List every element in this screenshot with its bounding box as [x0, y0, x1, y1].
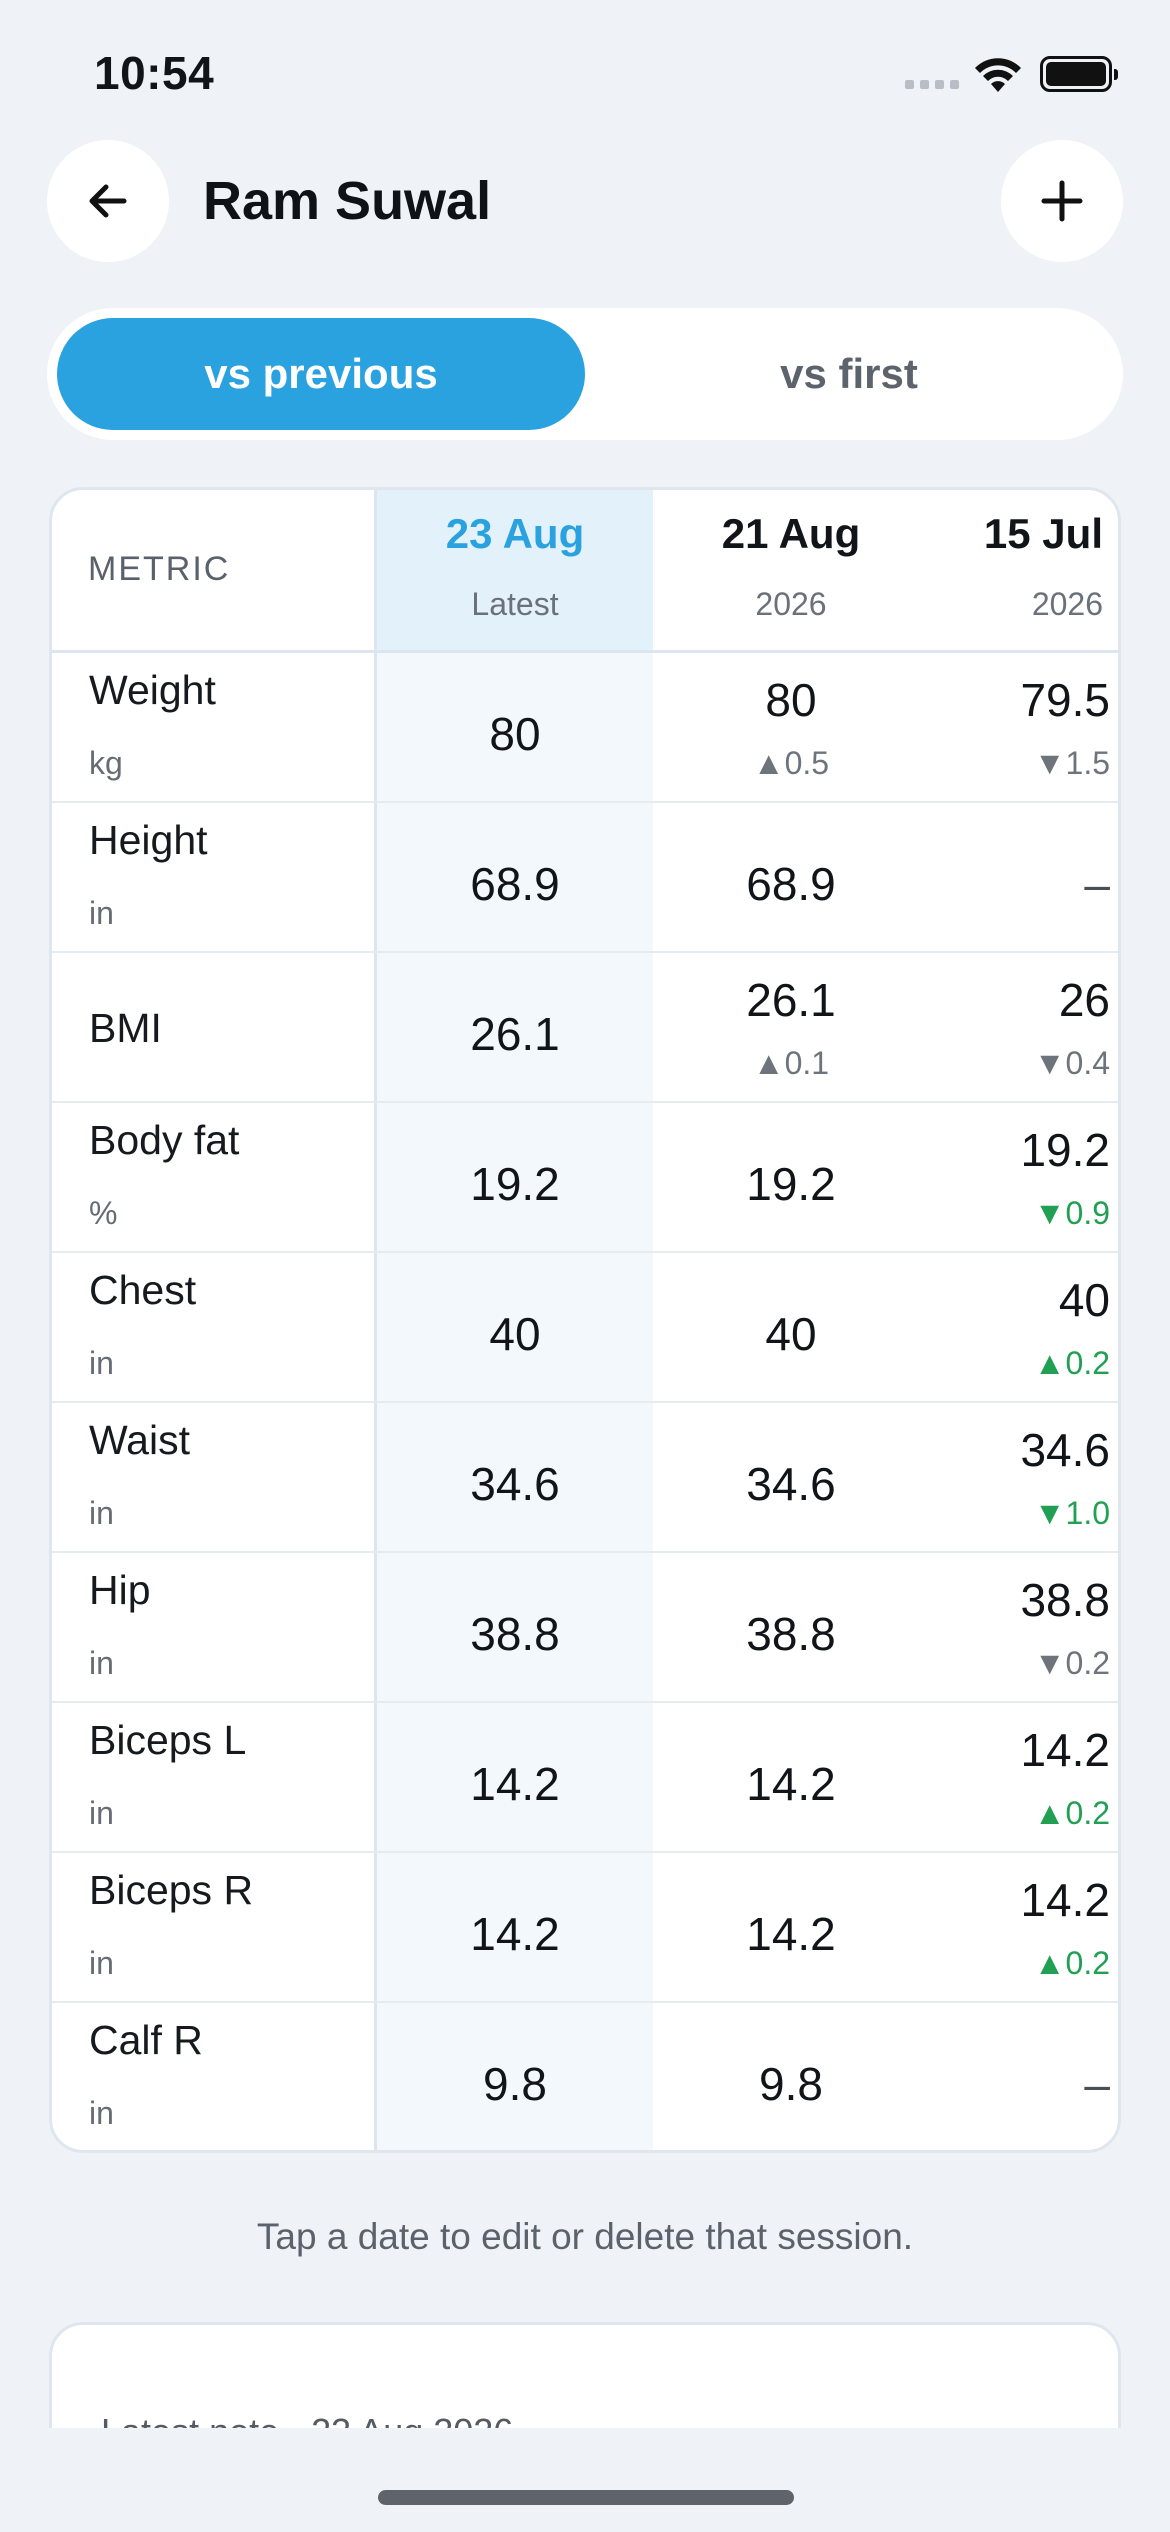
- metric-label: Waist: [89, 1417, 190, 1463]
- metric-unit: in: [89, 1495, 114, 1531]
- value-cell: 19.2: [470, 1158, 560, 1210]
- bottom-safe-area: [0, 2428, 1170, 2532]
- metric-unit: in: [89, 1345, 114, 1381]
- metric-label: Height: [89, 817, 208, 863]
- value-cell: –: [1084, 858, 1110, 910]
- date-column-header[interactable]: 21 Aug 2026: [653, 490, 929, 650]
- battery-icon: [1040, 56, 1118, 92]
- value-cell: 40: [489, 1308, 541, 1360]
- metric-label: Biceps L: [89, 1717, 247, 1763]
- change-badge: ▲0.2: [1033, 1345, 1110, 1381]
- home-indicator[interactable]: [378, 2490, 794, 2505]
- date-column-header[interactable]: 23 Aug Latest: [377, 490, 653, 650]
- status-time: 10:54: [94, 47, 215, 99]
- change-badge: ▼0.4: [1033, 1045, 1110, 1081]
- table-row: Chest in 40 40 40 ▲0.2: [52, 1253, 1118, 1403]
- change-badge: ▲0.2: [1033, 1795, 1110, 1831]
- value-cell: 26.1: [746, 974, 836, 1026]
- value-cell: 79.5: [1020, 674, 1110, 726]
- cellular-signal-icon: [905, 80, 959, 89]
- column-date: 21 Aug: [721, 510, 861, 557]
- metric-label: Biceps R: [89, 1867, 254, 1913]
- column-subtitle: 2026: [755, 586, 827, 622]
- change-badge: ▼0.9: [1033, 1195, 1110, 1231]
- metric-label: Weight: [89, 667, 216, 713]
- value-cell: 80: [489, 708, 541, 760]
- table-row: Calf R in 9.8 9.8 –: [52, 2003, 1118, 2150]
- value-cell: 68.9: [470, 858, 560, 910]
- value-cell: 14.2: [470, 1758, 560, 1810]
- wifi-icon: [972, 54, 1024, 99]
- vs-previous-tab[interactable]: vs previous: [57, 318, 585, 430]
- value-cell: 9.8: [759, 2058, 823, 2110]
- value-cell: 26.1: [470, 1008, 560, 1060]
- value-cell: 19.2: [1020, 1124, 1110, 1176]
- value-cell: 14.2: [746, 1758, 836, 1810]
- vs-first-tab[interactable]: vs first: [585, 318, 1113, 430]
- metric-unit: in: [89, 1795, 114, 1831]
- value-cell: 34.6: [1020, 1424, 1110, 1476]
- metric-unit: in: [89, 895, 114, 931]
- column-subtitle: 2026: [1031, 586, 1103, 622]
- table-row: BMI 26.1 26.1 ▲0.1 26 ▼0.4: [52, 953, 1118, 1103]
- value-cell: 38.8: [470, 1608, 560, 1660]
- table-row: Weight kg 80 80 ▲0.5 79.5 ▼1.5: [52, 653, 1118, 803]
- change-badge: ▲0.5: [752, 745, 830, 781]
- table-row: Body fat % 19.2 19.2 19.2 ▼0.9: [52, 1103, 1118, 1253]
- metric-label: Chest: [89, 1267, 197, 1313]
- status-bar: 10:54: [0, 0, 1170, 140]
- measurements-table: METRIC 23 Aug Latest 21 Aug 2026 15 Jul …: [49, 487, 1121, 2153]
- metric-label: BMI: [89, 1005, 162, 1051]
- table-row: Waist in 34.6 34.6 34.6 ▼1.0: [52, 1403, 1118, 1553]
- value-cell: 80: [765, 674, 817, 726]
- edit-hint: Tap a date to edit or delete that sessio…: [256, 2216, 914, 2257]
- value-cell: 19.2: [746, 1158, 836, 1210]
- value-cell: 38.8: [746, 1608, 836, 1660]
- table-row: Biceps R in 14.2 14.2 14.2 ▲0.2: [52, 1853, 1118, 2003]
- metric-unit: %: [89, 1195, 118, 1231]
- page-title: Ram Suwal: [203, 171, 492, 231]
- arrow-left-icon: [89, 184, 127, 218]
- value-cell: 26: [1058, 974, 1110, 1026]
- value-cell: 14.2: [1020, 1874, 1110, 1926]
- value-cell: 14.2: [470, 1908, 560, 1960]
- change-badge: ▼0.2: [1033, 1645, 1110, 1681]
- value-cell: 9.8: [483, 2058, 547, 2110]
- metric-label: Hip: [89, 1567, 151, 1613]
- column-date: 23 Aug: [445, 510, 585, 557]
- metric-unit: in: [89, 1945, 114, 1981]
- value-cell: 14.2: [1020, 1724, 1110, 1776]
- add-session-button[interactable]: [1001, 140, 1123, 262]
- column-date: 15 Jul: [983, 510, 1103, 557]
- comparison-toggle: vs previous vs first: [47, 308, 1123, 440]
- back-button[interactable]: [47, 140, 169, 262]
- metric-unit: kg: [89, 745, 123, 781]
- table-row: Height in 68.9 68.9 –: [52, 803, 1118, 953]
- table-row: Biceps L in 14.2 14.2 14.2 ▲0.2: [52, 1703, 1118, 1853]
- change-badge: ▲0.2: [1033, 1945, 1110, 1981]
- metric-unit: in: [89, 2095, 114, 2131]
- plus-icon: [1041, 180, 1083, 222]
- change-badge: ▼1.0: [1033, 1495, 1110, 1531]
- column-subtitle: Latest: [471, 586, 559, 622]
- metric-label: Body fat: [89, 1117, 240, 1163]
- metric-column-header: METRIC: [88, 550, 231, 588]
- value-cell: 40: [1058, 1274, 1110, 1326]
- value-cell: –: [1084, 2058, 1110, 2110]
- value-cell: 34.6: [470, 1458, 560, 1510]
- change-badge: ▲0.1: [752, 1045, 830, 1081]
- value-cell: 14.2: [746, 1908, 836, 1960]
- value-cell: 38.8: [1020, 1574, 1110, 1626]
- value-cell: 40: [765, 1308, 817, 1360]
- value-cell: 68.9: [746, 858, 836, 910]
- metric-label: Calf R: [89, 2017, 203, 2063]
- change-badge: ▼1.5: [1033, 745, 1110, 781]
- metric-unit: in: [89, 1645, 114, 1681]
- date-column-header[interactable]: 15 Jul 2026: [929, 490, 1109, 650]
- value-cell: 34.6: [746, 1458, 836, 1510]
- table-row: Hip in 38.8 38.8 38.8 ▼0.2: [52, 1553, 1118, 1703]
